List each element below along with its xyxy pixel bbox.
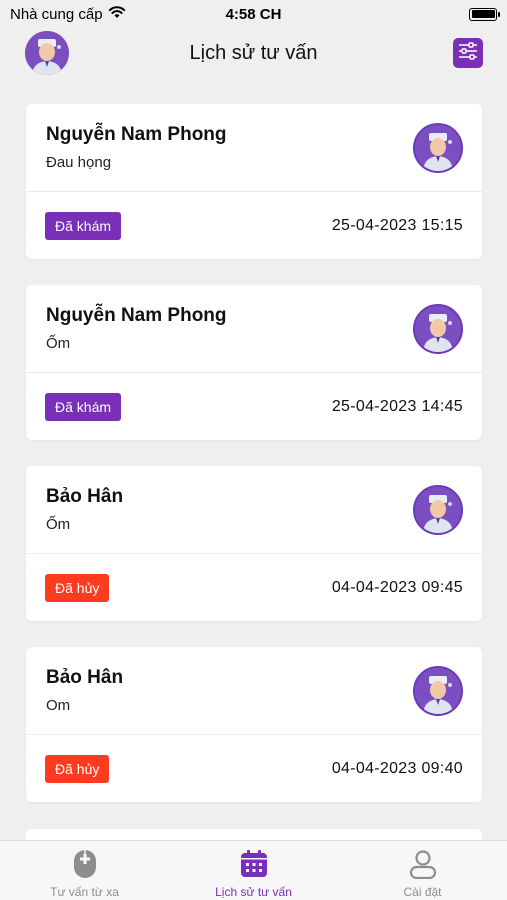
consultation-datetime: 04-04-2023 09:40: [331, 759, 463, 777]
wifi-icon: [108, 5, 126, 23]
status-left: Nhà cung cấp: [10, 5, 126, 23]
consultation-card[interactable]: Bảo Hân Om Đã hủy 04-04-2023 09:40: [26, 647, 482, 802]
doctor-avatar: [413, 123, 463, 173]
tab-label: Tư vấn từ xa: [50, 885, 119, 899]
consultation-list: Nguyễn Nam Phong Đau họng Đã khám 25-04-…: [26, 104, 482, 828]
status-badge: Đã khám: [45, 392, 122, 421]
consultation-reason: Ốm: [46, 335, 71, 352]
card-header: Bảo Hân Ốm: [26, 466, 482, 554]
consultation-reason: Đau họng: [46, 154, 112, 171]
avatar[interactable]: [25, 31, 69, 75]
tab-label: Lịch sử tư vấn: [215, 885, 292, 899]
card-header: Bảo Hân Om: [26, 647, 482, 735]
patient-name: Nguyễn Nam Phong: [46, 124, 227, 145]
status-badge: Đã khám: [45, 211, 122, 240]
calendar-icon: [239, 849, 269, 879]
doctor-avatar: [413, 304, 463, 354]
status-bar: Nhà cung cấp 4:58 CH: [0, 0, 507, 28]
tab-bar: Tư vấn từ xa Lịch sử tư vấn Cài đặt: [0, 840, 507, 900]
tab-consult-history[interactable]: Lịch sử tư vấn: [169, 841, 338, 900]
consultation-reason: Om: [46, 697, 71, 714]
patient-name: Bảo Hân: [46, 486, 124, 507]
page-title: Lịch sử tư vấn: [189, 41, 318, 64]
consultation-datetime: 25-04-2023 14:45: [331, 397, 463, 415]
card-header: Nguyễn Nam Phong Đau họng: [26, 104, 482, 192]
patient-name: Bảo Hân: [46, 667, 124, 688]
tab-remote-consult[interactable]: Tư vấn từ xa: [0, 841, 169, 900]
consultation-datetime: 25-04-2023 15:15: [331, 216, 463, 234]
user-icon: [408, 849, 438, 879]
card-footer: Đã hủy 04-04-2023 09:45: [26, 554, 482, 621]
consultation-reason: Ốm: [46, 516, 71, 533]
filter-button[interactable]: [453, 38, 483, 68]
card-footer: Đã hủy 04-04-2023 09:40: [26, 735, 482, 802]
consultation-card[interactable]: Bảo Hân Ốm Đã hủy 04-04-2023 09:45: [26, 466, 482, 621]
doctor-avatar: [413, 485, 463, 535]
header: Lịch sử tư vấn: [0, 28, 507, 78]
consultation-card[interactable]: Nguyễn Nam Phong Ốm Đã khám 25-04-2023 1…: [26, 285, 482, 440]
patient-name: Nguyễn Nam Phong: [46, 305, 227, 326]
battery-icon: [469, 7, 500, 21]
tab-label: Cài đặt: [403, 885, 442, 899]
consultation-datetime: 04-04-2023 09:45: [331, 578, 463, 596]
consultation-card[interactable]: Nguyễn Nam Phong Đau họng Đã khám 25-04-…: [26, 104, 482, 259]
doctor-avatar: [413, 666, 463, 716]
tab-settings[interactable]: Cài đặt: [338, 841, 507, 900]
card-footer: Đã khám 25-04-2023 15:15: [26, 192, 482, 259]
status-badge: Đã hủy: [45, 573, 110, 602]
card-header: Nguyễn Nam Phong Ốm: [26, 285, 482, 373]
status-badge: Đã hủy: [45, 754, 110, 783]
sliders-icon: [457, 41, 479, 66]
card-footer: Đã khám 25-04-2023 14:45: [26, 373, 482, 440]
carrier-label: Nhà cung cấp: [10, 5, 103, 23]
mouse-plus-icon: [70, 849, 100, 879]
